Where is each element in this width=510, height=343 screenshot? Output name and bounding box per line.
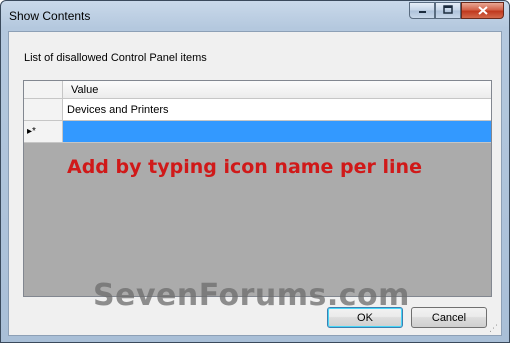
caption-buttons bbox=[409, 2, 504, 20]
close-button[interactable] bbox=[461, 2, 504, 19]
resize-grip[interactable]: ⋰ bbox=[489, 323, 499, 333]
minimize-button[interactable] bbox=[409, 2, 435, 19]
column-header-value[interactable]: Value bbox=[63, 81, 491, 99]
list-label: List of disallowed Control Panel items bbox=[24, 52, 207, 64]
window-title: Show Contents bbox=[9, 9, 91, 23]
values-grid[interactable]: Value Devices and Printers ▸* bbox=[23, 80, 492, 297]
ok-button-label: OK bbox=[357, 311, 373, 324]
grid-corner-header[interactable] bbox=[24, 81, 63, 99]
value-cell[interactable]: Devices and Printers bbox=[63, 99, 491, 121]
new-row[interactable]: ▸* bbox=[24, 121, 491, 143]
grid-header-row: Value bbox=[24, 81, 491, 99]
dialog-client: List of disallowed Control Panel items V… bbox=[8, 31, 502, 336]
row-header[interactable] bbox=[24, 99, 63, 121]
cancel-button-label: Cancel bbox=[431, 311, 467, 324]
annotation-text: Add by typing icon name per line bbox=[67, 156, 422, 178]
close-icon bbox=[477, 4, 488, 18]
table-row[interactable]: Devices and Printers bbox=[24, 99, 491, 121]
maximize-button[interactable] bbox=[435, 2, 461, 19]
title-bar[interactable]: Show Contents bbox=[1, 1, 509, 31]
minimize-icon bbox=[418, 5, 427, 17]
new-value-cell[interactable] bbox=[63, 121, 491, 143]
new-row-marker[interactable]: ▸* bbox=[24, 121, 63, 143]
cancel-button[interactable]: Cancel bbox=[411, 307, 487, 328]
ok-button[interactable]: OK bbox=[327, 307, 403, 328]
dialog-window: Show Contents List of disallowed Control… bbox=[0, 0, 510, 343]
maximize-icon bbox=[443, 4, 453, 17]
